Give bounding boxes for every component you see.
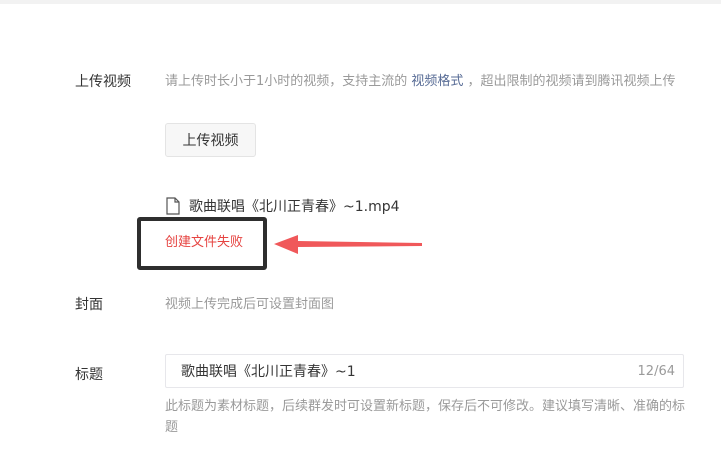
cover-label: 封面	[75, 297, 103, 313]
upload-error-text: 创建文件失败	[165, 235, 244, 250]
upload-video-label: 上传视频	[75, 74, 131, 90]
file-icon	[166, 197, 180, 215]
cover-hint: 视频上传完成后可设置封面图	[165, 297, 335, 312]
video-format-link[interactable]: 视频格式	[411, 74, 463, 89]
title-char-counter: 12/64	[637, 363, 675, 379]
title-input[interactable]: 歌曲联唱《北川正青春》~1 12/64	[165, 354, 684, 388]
upload-hint-text-before: 请上传时长小于1小时的视频，支持主流的	[165, 74, 412, 89]
file-name: 歌曲联唱《北川正青春》~1.mp4	[189, 199, 400, 215]
upload-hint-text-after: ，超出限制的视频请到腾讯视频上传	[463, 74, 676, 89]
title-hint: 此标题为素材标题，后续群发时可设置新标题，保存后不可修改。建议填写清晰、准确的标…	[165, 399, 686, 435]
title-label: 标题	[75, 367, 103, 383]
annotation-arrow-icon	[274, 235, 422, 254]
upload-hint: 请上传时长小于1小时的视频，支持主流的 视频格式 ，超出限制的视频请到腾讯视频上…	[165, 71, 685, 92]
upload-video-button[interactable]: 上传视频	[165, 123, 256, 157]
top-divider	[0, 0, 721, 4]
uploaded-file: 歌曲联唱《北川正青春》~1.mp4	[166, 196, 400, 216]
title-input-value[interactable]: 歌曲联唱《北川正青春》~1	[181, 361, 638, 381]
